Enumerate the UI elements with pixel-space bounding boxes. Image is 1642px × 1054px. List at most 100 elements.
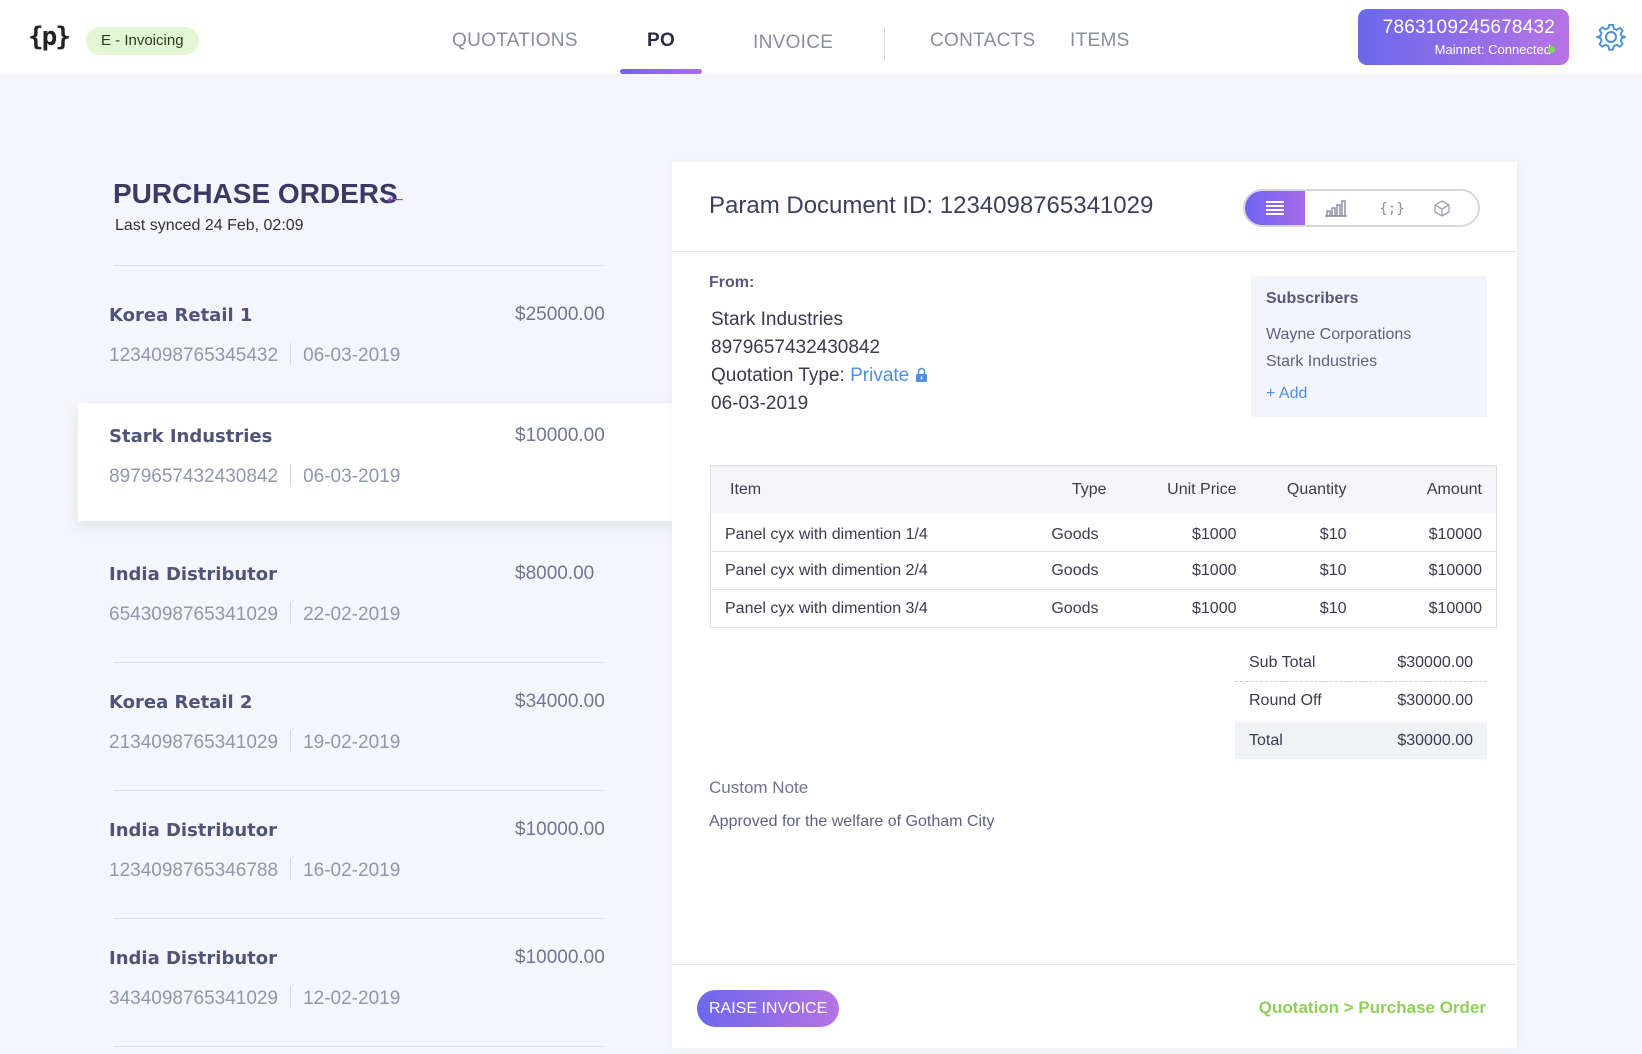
document-title: Param Document ID: 1234098765341029 xyxy=(709,192,1154,219)
po-date: 06-03-2019 xyxy=(303,466,401,487)
sub-total-label: Sub Total xyxy=(1249,654,1316,671)
arrow-left-icon[interactable]: ← xyxy=(382,180,408,211)
table-row: Panel cyx with dimention 2/4 Goods $1000… xyxy=(710,551,1497,590)
3d-view-button[interactable] xyxy=(1412,191,1472,225)
po-list-item[interactable]: India Distributor $8000.00 6543098765341… xyxy=(78,541,673,659)
round-off-label: Round Off xyxy=(1249,692,1322,709)
po-list-item[interactable]: Korea Retail 2 $34000.00 213409876534102… xyxy=(78,669,673,787)
po-date: 12-02-2019 xyxy=(303,988,401,1009)
subscriber-item: Wayne Corporations xyxy=(1266,326,1412,343)
table-row: Panel cyx with dimention 3/4 Goods $1000… xyxy=(710,589,1497,628)
connected-dot-icon xyxy=(1548,46,1555,53)
footer-divider xyxy=(672,964,1517,965)
account-button[interactable]: 7863109245678432 Mainnet: Connected xyxy=(1358,9,1569,65)
po-id: 6543098765341029 xyxy=(109,604,279,625)
table-row: Panel cyx with dimention 1/4 Goods $1000… xyxy=(711,514,1497,552)
po-list-item[interactable]: India Distributor $10000.00 123409876534… xyxy=(78,797,673,915)
total-value: $30000.00 xyxy=(1397,732,1473,749)
sub-total-row: Sub Total $30000.00 xyxy=(1235,644,1487,681)
po-company: Korea Retail 2 xyxy=(109,692,253,713)
po-list-item[interactable]: India Distributor $10000.00 343409876534… xyxy=(78,925,673,1043)
list-divider xyxy=(114,265,605,266)
po-date: 16-02-2019 xyxy=(303,860,401,881)
table-cell: Panel cyx with dimention 2/4 xyxy=(710,551,1011,590)
po-date: 22-02-2019 xyxy=(303,604,401,625)
bar-chart-icon xyxy=(1325,200,1347,217)
custom-note-text: Approved for the welfare of Gotham City xyxy=(709,813,995,830)
quotation-type-value: Private xyxy=(850,365,910,386)
table-cell: Goods xyxy=(1051,526,1099,544)
po-company: India Distributor xyxy=(109,948,278,969)
raise-invoice-button[interactable]: RAISE INVOICE xyxy=(697,990,840,1027)
po-amount: $10000.00 xyxy=(515,819,605,840)
round-off-row: Round Off $30000.00 xyxy=(1235,682,1487,719)
po-id: 8979657432430842 xyxy=(109,466,279,487)
chart-view-button[interactable] xyxy=(1306,191,1366,225)
po-company: India Distributor xyxy=(109,820,278,841)
app-logo[interactable]: {p} xyxy=(28,22,71,52)
table-cell: $1000 xyxy=(1120,589,1251,628)
table-cell: Panel cyx with dimention 1/4 xyxy=(725,526,928,544)
table-cell: $10000 xyxy=(1360,589,1497,628)
list-divider xyxy=(114,1046,605,1047)
document-flow-label: Quotation > Purchase Order xyxy=(1258,998,1486,1017)
quotation-type: Quotation Type: Private xyxy=(711,365,928,387)
po-list-item[interactable]: Korea Retail 1 $25000.00 123409876534543… xyxy=(78,282,673,400)
subscriber-item: Stark Industries xyxy=(1266,353,1378,370)
from-date: 06-03-2019 xyxy=(711,393,809,414)
po-id: 2134098765341029 xyxy=(109,732,279,753)
column-header: Quantity xyxy=(1250,465,1361,514)
nav-divider xyxy=(884,28,885,60)
page-title: PURCHASE ORDERS xyxy=(113,178,398,209)
document-detail-panel: Param Document ID: 1234098765341029 {;} … xyxy=(672,162,1517,1048)
po-date: 19-02-2019 xyxy=(303,732,401,753)
cube-icon xyxy=(1434,200,1450,217)
table-cell: Goods xyxy=(1010,589,1121,628)
list-divider xyxy=(114,918,605,919)
top-bar: {p} E - Invoicing QUOTATIONS PO INVOICE … xyxy=(0,0,1642,74)
po-company: India Distributor xyxy=(109,564,278,585)
subscribers-title: Subscribers xyxy=(1266,290,1359,307)
po-id: 1234098765346788 xyxy=(109,860,279,881)
tab-po[interactable]: PO xyxy=(647,30,675,52)
app-badge: E - Invoicing xyxy=(86,27,199,55)
po-list-item-selected[interactable]: Stark Industries $10000.00 8979657432430… xyxy=(78,403,673,521)
table-cell: $10 xyxy=(1250,551,1361,590)
gear-icon[interactable] xyxy=(1595,21,1627,53)
lock-icon xyxy=(916,367,928,382)
custom-note-label: Custom Note xyxy=(709,778,809,797)
column-header: Amount xyxy=(1360,465,1497,514)
po-id: 3434098765341029 xyxy=(109,988,279,1009)
add-subscriber-link[interactable]: + Add xyxy=(1266,385,1472,403)
table-cell: $10000 xyxy=(1360,551,1497,590)
po-company: Stark Industries xyxy=(109,426,273,447)
code-braces-icon: {;} xyxy=(1380,201,1404,217)
list-icon xyxy=(1266,201,1284,215)
total-row: Total $30000.00 xyxy=(1235,722,1487,759)
account-id: 7863109245678432 xyxy=(1382,17,1555,38)
from-company: Stark Industries xyxy=(711,309,843,330)
table-cell: Panel cyx with dimention 3/4 xyxy=(710,589,1011,628)
list-view-button[interactable] xyxy=(1245,191,1305,225)
table-cell: Goods xyxy=(1010,551,1121,590)
list-divider xyxy=(114,790,605,791)
sub-total-value: $30000.00 xyxy=(1397,654,1473,671)
po-amount: $8000.00 xyxy=(515,563,595,584)
round-off-value: $30000.00 xyxy=(1397,692,1473,709)
view-toggle: {;} xyxy=(1243,189,1480,227)
po-amount: $25000.00 xyxy=(515,304,605,325)
tab-contacts[interactable]: CONTACTS xyxy=(930,30,1036,52)
po-company: Korea Retail 1 xyxy=(109,305,253,326)
table-cell: $1000 xyxy=(1120,551,1251,590)
tab-items[interactable]: ITEMS xyxy=(1070,30,1130,52)
tab-quotations[interactable]: QUOTATIONS xyxy=(452,30,578,52)
network-status: Mainnet: Connected xyxy=(1434,42,1551,57)
items-table: Item Type Unit Price Quantity Amount Pan… xyxy=(710,465,1497,628)
table-cell: $10 xyxy=(1319,526,1347,544)
from-id: 8979657432430842 xyxy=(711,337,881,358)
column-header: Unit Price xyxy=(1120,465,1251,514)
tab-invoice[interactable]: INVOICE xyxy=(753,32,833,54)
column-header: Item xyxy=(710,465,1011,514)
svg-text:{;}: {;} xyxy=(1380,201,1404,217)
list-divider xyxy=(114,662,605,663)
